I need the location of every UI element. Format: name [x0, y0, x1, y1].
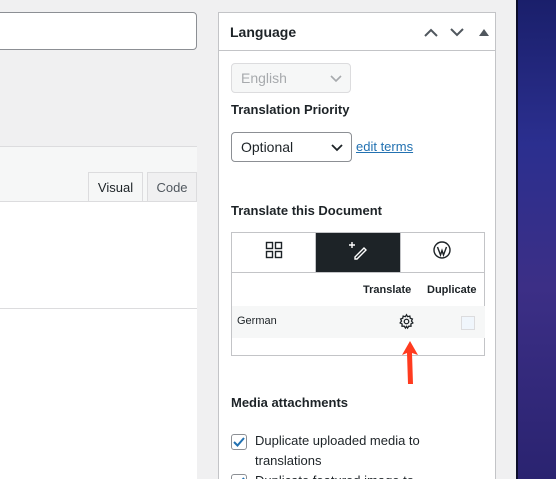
checkbox-checked[interactable]: [231, 474, 247, 479]
collapse-toggle-icon[interactable]: [475, 23, 493, 41]
language-select[interactable]: English: [231, 63, 351, 93]
grid-icon: [265, 241, 283, 264]
language-panel: Language English Translation Priority Op…: [218, 12, 496, 479]
duplicate-media-label: Duplicate uploaded media to translations: [255, 433, 420, 468]
duplicate-checkbox[interactable]: [461, 316, 475, 330]
gear-icon[interactable]: [398, 313, 415, 335]
panel-title: Language: [230, 23, 297, 40]
annotation-arrow-icon: [401, 341, 419, 390]
checkbox-checked[interactable]: [231, 434, 247, 450]
editor-content-area[interactable]: [0, 201, 197, 479]
translation-priority-select[interactable]: Optional: [231, 132, 352, 162]
tab-visual[interactable]: Visual: [88, 172, 143, 202]
media-attachments-label: Media attachments: [231, 395, 349, 410]
duplicate-media-option[interactable]: Duplicate uploaded media to translations: [231, 431, 441, 471]
tab-code[interactable]: Code: [147, 172, 197, 202]
chevron-down-icon: [330, 70, 342, 86]
tab-translate[interactable]: [316, 233, 401, 272]
add-edit-translation-icon: [348, 240, 368, 265]
desktop-background: [516, 0, 556, 479]
translations-table: Translate Duplicate German: [231, 272, 485, 356]
wordpress-icon: [433, 241, 452, 264]
chevron-down-icon[interactable]: [448, 23, 466, 41]
post-title-input[interactable]: [0, 12, 197, 50]
language-select-value: English: [241, 70, 287, 86]
column-header-duplicate: Duplicate: [427, 284, 477, 296]
tab-overview[interactable]: [232, 233, 317, 272]
chevron-down-icon: [331, 139, 343, 155]
row-language: German: [237, 315, 277, 327]
chevron-up-icon[interactable]: [422, 23, 440, 41]
table-row: German: [232, 306, 485, 338]
edit-terms-link[interactable]: edit terms: [356, 139, 413, 154]
column-header-translate: Translate: [363, 284, 412, 296]
duplicate-featured-image-option[interactable]: Duplicate featured image to: [231, 471, 441, 479]
duplicate-featured-image-label: Duplicate featured image to: [255, 471, 414, 479]
translation-priority-label: Translation Priority: [231, 102, 350, 117]
translate-tabs: [231, 232, 485, 273]
tab-wordpress[interactable]: [401, 233, 484, 272]
translate-document-label: Translate this Document: [231, 203, 382, 218]
priority-select-value: Optional: [241, 139, 294, 155]
